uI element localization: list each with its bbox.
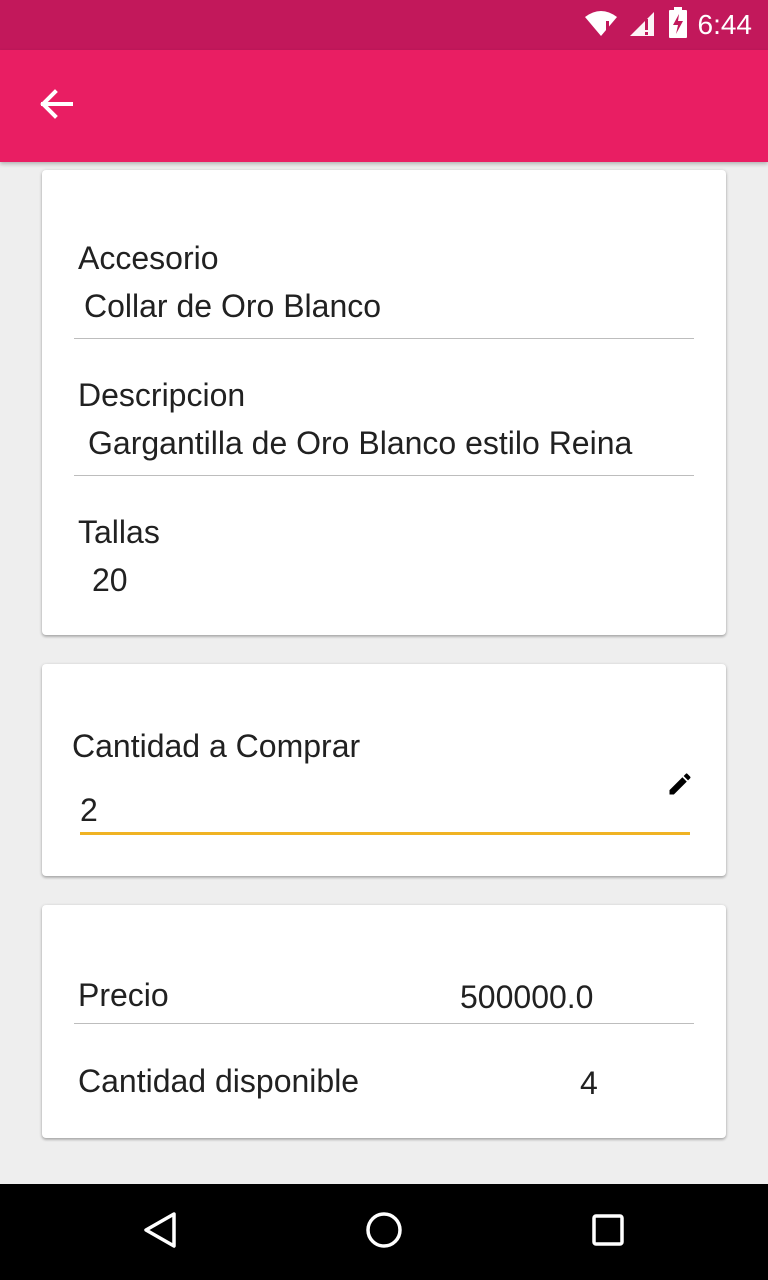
pencil-icon[interactable] bbox=[666, 770, 694, 803]
price-label: Precio bbox=[78, 977, 169, 1013]
product-details-card: Accesorio Collar de Oro Blanco Descripci… bbox=[42, 170, 726, 635]
description-value: Gargantilla de Oro Blanco estilo Reina bbox=[88, 425, 633, 461]
price-value: 500000.0 bbox=[460, 979, 594, 1015]
pricing-card: Precio 500000.0 Cantidad disponible 4 bbox=[42, 905, 726, 1138]
quantity-label: Cantidad a Comprar bbox=[72, 728, 361, 764]
app-bar bbox=[0, 50, 768, 162]
square-recents-icon bbox=[588, 1210, 628, 1255]
status-bar: 6:44 bbox=[0, 0, 768, 50]
description-label: Descripcion bbox=[78, 377, 246, 413]
back-button[interactable] bbox=[32, 86, 80, 126]
quantity-card: Cantidad a Comprar 2 bbox=[42, 664, 726, 876]
nav-back-button[interactable] bbox=[136, 1208, 184, 1256]
status-time: 6:44 bbox=[697, 9, 753, 40]
sizes-label: Tallas bbox=[78, 514, 160, 550]
navigation-bar bbox=[0, 1184, 768, 1280]
sizes-value: 20 bbox=[92, 562, 128, 598]
divider bbox=[74, 338, 694, 339]
triangle-back-icon bbox=[140, 1210, 180, 1255]
circle-home-icon bbox=[364, 1210, 404, 1255]
signal-icon bbox=[628, 9, 658, 42]
available-label: Cantidad disponible bbox=[78, 1063, 360, 1099]
status-icons: 6:44 bbox=[584, 6, 753, 44]
quantity-input[interactable]: 2 bbox=[80, 792, 98, 829]
accessory-label: Accesorio bbox=[78, 240, 219, 276]
accessory-value: Collar de Oro Blanco bbox=[84, 288, 382, 324]
nav-home-button[interactable] bbox=[360, 1208, 408, 1256]
available-value: 4 bbox=[580, 1065, 598, 1101]
nav-recents-button[interactable] bbox=[584, 1208, 632, 1256]
quantity-input-underline bbox=[80, 832, 690, 835]
battery-charging-icon bbox=[668, 6, 688, 44]
divider bbox=[74, 475, 694, 476]
wifi-icon bbox=[584, 9, 618, 42]
arrow-back-icon bbox=[39, 88, 73, 124]
divider bbox=[74, 1023, 694, 1024]
